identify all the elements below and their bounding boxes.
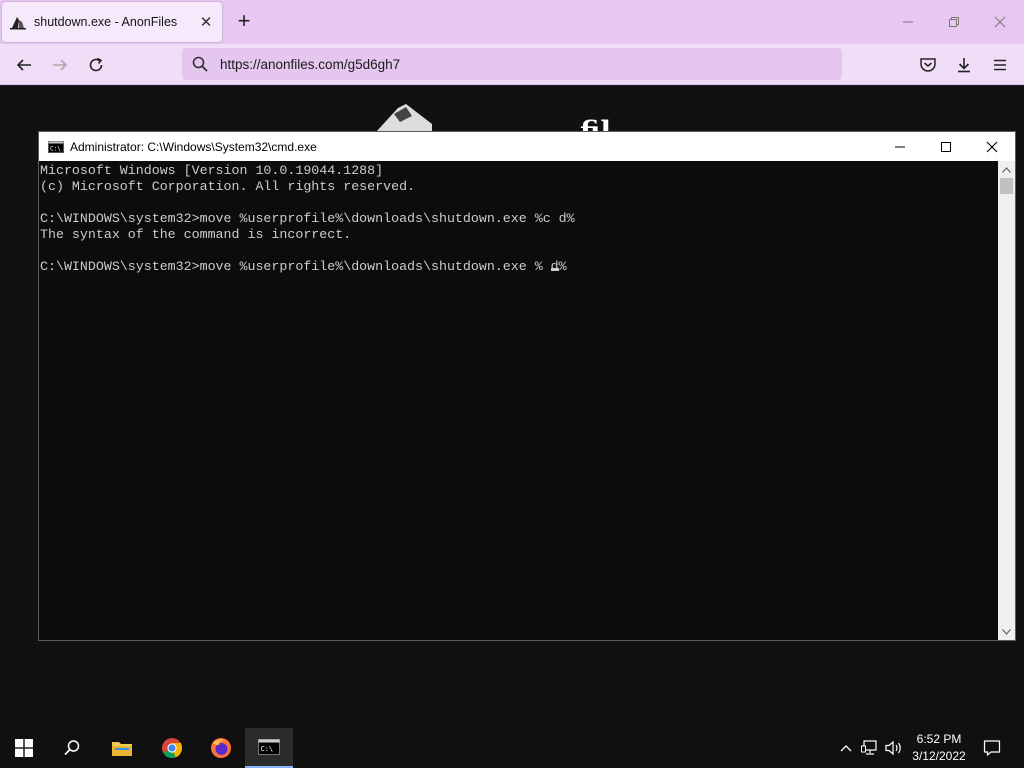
page-heading: fil bbox=[580, 116, 611, 132]
pocket-icon[interactable] bbox=[916, 53, 940, 77]
cmd-console-output[interactable]: Microsoft Windows [Version 10.0.19044.12… bbox=[39, 161, 999, 640]
cmd-title-bar[interactable]: C:\ Administrator: C:\Windows\System32\c… bbox=[39, 132, 1015, 161]
svg-text:C:\: C:\ bbox=[50, 145, 61, 152]
menu-icon[interactable] bbox=[988, 53, 1012, 77]
browser-nav-bar: https://anonfiles.com/g5d6gh7 bbox=[0, 44, 1024, 85]
cmd-scrollbar[interactable] bbox=[998, 161, 1015, 640]
network-icon[interactable] bbox=[860, 738, 880, 758]
new-tab-button[interactable]: + bbox=[234, 10, 254, 32]
downloads-icon[interactable] bbox=[952, 53, 976, 77]
text-cursor bbox=[550, 268, 559, 271]
volume-icon[interactable] bbox=[884, 738, 904, 758]
scroll-down-icon[interactable] bbox=[998, 623, 1015, 640]
console-input-line[interactable]: C:\WINDOWS\system32>move %userprofile%\d… bbox=[40, 259, 999, 275]
reload-icon[interactable] bbox=[84, 53, 108, 77]
file-explorer-icon[interactable] bbox=[98, 728, 146, 768]
scroll-up-icon[interactable] bbox=[998, 161, 1015, 178]
address-bar[interactable]: https://anonfiles.com/g5d6gh7 bbox=[182, 48, 842, 80]
cmd-maximize-icon[interactable] bbox=[923, 132, 969, 161]
svg-text:C:\: C:\ bbox=[261, 745, 274, 753]
browser-tab-bar: shutdown.exe - AnonFiles ✕ + bbox=[0, 0, 1024, 44]
cmd-app-icon: C:\ bbox=[48, 140, 64, 153]
tab-title: shutdown.exe - AnonFiles bbox=[34, 15, 178, 29]
browser-tab[interactable]: shutdown.exe - AnonFiles ✕ bbox=[2, 2, 222, 42]
clock-time: 6:52 PM bbox=[916, 732, 962, 746]
anonfiles-icon bbox=[10, 17, 26, 30]
clock-date: 3/12/2022 bbox=[912, 749, 966, 763]
system-clock[interactable]: 6:52 PM 3/12/2022 bbox=[904, 731, 974, 765]
search-icon[interactable] bbox=[48, 728, 96, 768]
back-arrow-icon[interactable] bbox=[12, 53, 36, 77]
console-line: (c) Microsoft Corporation. All rights re… bbox=[40, 179, 416, 194]
close-browser-icon[interactable] bbox=[988, 10, 1012, 34]
cmd-minimize-icon[interactable] bbox=[877, 132, 923, 161]
forward-arrow-icon[interactable] bbox=[48, 53, 72, 77]
cmd-taskbar-icon[interactable]: C:\ bbox=[245, 728, 293, 768]
console-line: C:\WINDOWS\system32>move %userprofile%\d… bbox=[40, 211, 575, 226]
close-tab-icon[interactable]: ✕ bbox=[198, 14, 214, 31]
chrome-icon[interactable] bbox=[148, 728, 196, 768]
console-line: Microsoft Windows [Version 10.0.19044.12… bbox=[40, 163, 384, 178]
url-text[interactable]: https://anonfiles.com/g5d6gh7 bbox=[220, 57, 400, 72]
scrollbar-thumb[interactable] bbox=[1000, 178, 1013, 194]
start-icon[interactable] bbox=[0, 728, 48, 768]
search-icon bbox=[192, 56, 208, 72]
windows-taskbar: C:\ 6:52 PM 3/12/2022 bbox=[0, 728, 1024, 768]
anonfiles-logo bbox=[376, 104, 432, 132]
cmd-window-title: Administrator: C:\Windows\System32\cmd.e… bbox=[70, 139, 317, 154]
notification-icon[interactable] bbox=[980, 736, 1004, 760]
restore-browser-icon[interactable] bbox=[942, 10, 966, 34]
console-current-command[interactable]: C:\WINDOWS\system32>move %userprofile%\d… bbox=[40, 259, 567, 274]
firefox-icon[interactable] bbox=[197, 728, 245, 768]
cmd-window[interactable]: C:\ Administrator: C:\Windows\System32\c… bbox=[38, 131, 1016, 641]
cmd-close-icon[interactable] bbox=[969, 132, 1015, 161]
minimize-browser-icon[interactable] bbox=[896, 10, 920, 34]
console-line: The syntax of the command is incorrect. bbox=[40, 227, 352, 242]
chevron-up-icon[interactable] bbox=[836, 738, 856, 758]
